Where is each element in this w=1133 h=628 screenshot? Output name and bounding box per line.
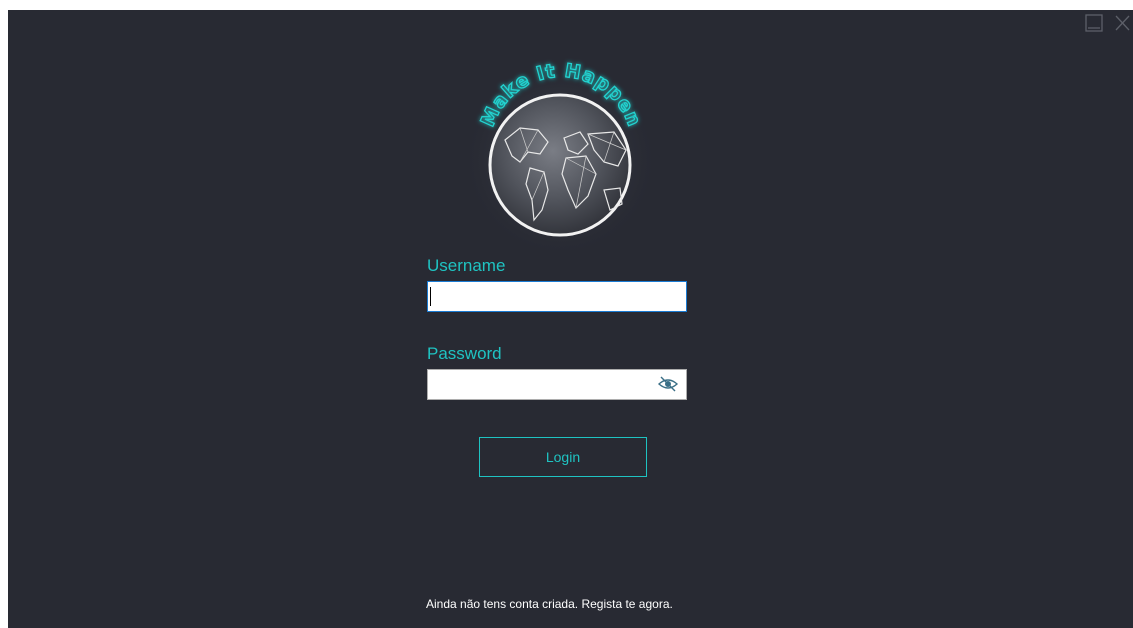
close-icon (1115, 15, 1130, 31)
username-label: Username (427, 256, 506, 275)
username-input[interactable] (427, 281, 687, 312)
minimize-icon (1085, 14, 1103, 32)
text-caret (430, 287, 431, 306)
password-label: Password (427, 344, 502, 363)
globe-icon: Make It Happen (462, 59, 658, 258)
show-password-button[interactable] (656, 373, 680, 395)
login-window: Make It Happen Username Password Login A… (8, 10, 1133, 628)
window-controls (1083, 10, 1133, 36)
eye-icon (657, 376, 679, 392)
login-button[interactable]: Login (479, 437, 647, 477)
password-input[interactable] (427, 369, 687, 400)
app-logo: Make It Happen (408, 50, 708, 258)
close-button[interactable] (1111, 12, 1133, 34)
minimize-button[interactable] (1083, 12, 1105, 34)
register-link[interactable]: Ainda não tens conta criada. Regista te … (426, 597, 673, 611)
